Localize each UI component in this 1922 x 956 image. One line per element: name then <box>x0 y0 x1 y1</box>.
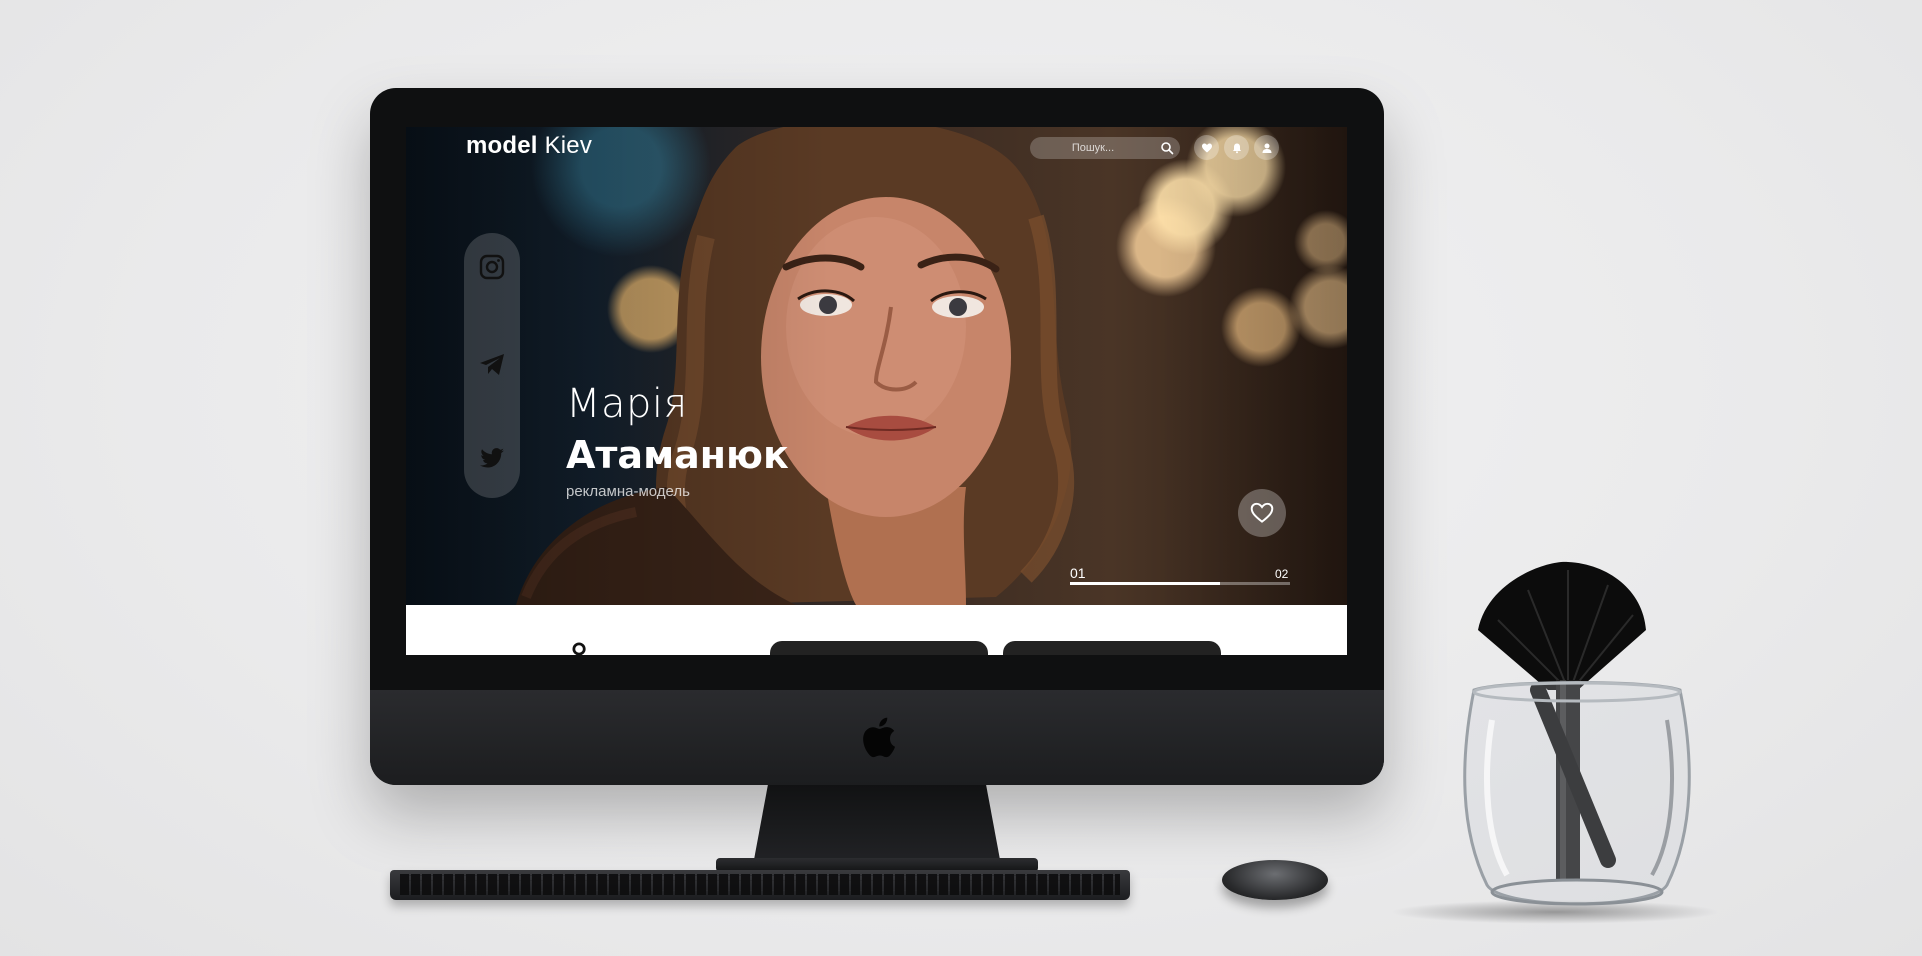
slide-progress-fill <box>1070 582 1220 585</box>
keyboard <box>390 870 1130 900</box>
apple-logo-icon <box>863 717 895 758</box>
heart-icon <box>1201 143 1212 152</box>
social-links-bar <box>464 233 520 498</box>
model-card-1[interactable] <box>770 641 988 655</box>
instagram-icon[interactable] <box>478 253 506 281</box>
content-section: ⚲ <box>406 605 1347 655</box>
mouse <box>1222 860 1328 900</box>
glass-cup-image <box>1463 681 1691 906</box>
twitter-icon[interactable] <box>478 444 506 472</box>
search-icon[interactable] <box>1160 141 1174 155</box>
slide-current-number: 01 <box>1070 565 1086 581</box>
brand-light: Kiev <box>544 132 593 159</box>
keyboard-keys <box>400 874 1120 895</box>
bell-icon <box>1232 143 1241 153</box>
model-last-name: Атаманюк <box>566 433 789 477</box>
notifications-button[interactable] <box>1224 135 1249 160</box>
brand-bold: model <box>466 132 538 159</box>
hero-overlay <box>406 127 1347 605</box>
screen: model Kiev Пошук... Марія Атаманюк рекла… <box>406 127 1347 655</box>
favorites-button[interactable] <box>1194 135 1219 160</box>
slide-total-number: 02 <box>1275 567 1289 581</box>
section-emblem-icon: ⚲ <box>571 639 588 655</box>
heart-outline-icon <box>1250 502 1274 523</box>
imac-stand <box>753 785 1001 865</box>
model-role: рекламна-модель <box>566 483 690 500</box>
account-button[interactable] <box>1254 135 1279 160</box>
model-card-2[interactable] <box>1003 641 1221 655</box>
hero-banner: model Kiev Пошук... Марія Атаманюк рекла… <box>406 127 1347 605</box>
model-first-name: Марія <box>566 381 688 427</box>
site-logo[interactable]: model Kiev <box>466 132 592 160</box>
like-button[interactable] <box>1238 489 1286 537</box>
telegram-icon[interactable] <box>478 350 506 378</box>
slide-progress-track[interactable] <box>1070 582 1290 585</box>
user-icon <box>1262 143 1271 153</box>
search-input[interactable] <box>1030 137 1156 159</box>
search-box[interactable] <box>1030 137 1180 159</box>
